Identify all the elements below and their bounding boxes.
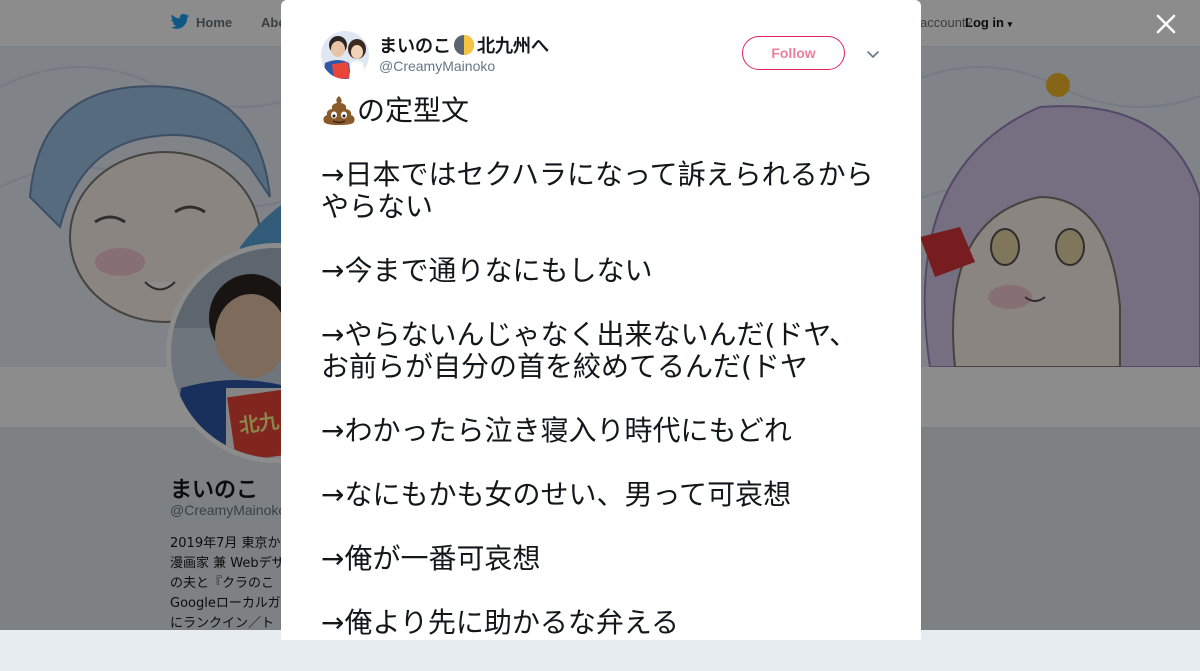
more-options-button[interactable] [865,46,881,62]
tweet-first-line: の定型文 [321,94,881,127]
tweet-modal: まいのこ 北九州へ @CreamyMainoko Follow の定型文 →日本… [281,0,921,640]
tweet-line: →日本ではセクハラになって訴えられるからやらない [321,158,874,223]
close-modal-button[interactable] [1150,8,1182,40]
tweet-line: →俺より先に助かるな弁える [321,606,680,639]
half-moon-icon [454,35,474,55]
author-name[interactable]: まいのこ 北九州へ [379,32,549,58]
tweet-text: の定型文 →日本ではセクハラになって訴えられるからやらない →今まで通りなにもし… [321,94,881,671]
author-avatar-photo [321,31,369,79]
close-icon [1156,14,1176,34]
tweet-line: →なにもかも女のせい、男って可哀想 [321,478,792,511]
tweet-line: →やらないんじゃなく出来ないんだ(ドヤ、お前らが自分の首を絞めてるんだ(ドヤ [321,318,858,383]
tweet-first-line-text: の定型文 [357,94,470,127]
author-name-text: まいのこ [379,36,451,57]
follow-button[interactable]: Follow [742,36,845,70]
follow-button-label: Follow [771,45,816,61]
chevron-down-icon [867,51,879,58]
author-avatar[interactable] [321,31,369,79]
author-name-suffix: 北九州へ [477,36,549,57]
tweet-line: →わかったら泣き寝入り時代にもどれ [321,414,792,447]
tweet-line: →俺が一番可哀想 [321,542,541,575]
pile-of-poo-emoji [323,96,355,125]
author-handle[interactable]: @CreamyMainoko [379,58,495,74]
tweet-line: →今まで通りなにもしない [321,254,653,287]
